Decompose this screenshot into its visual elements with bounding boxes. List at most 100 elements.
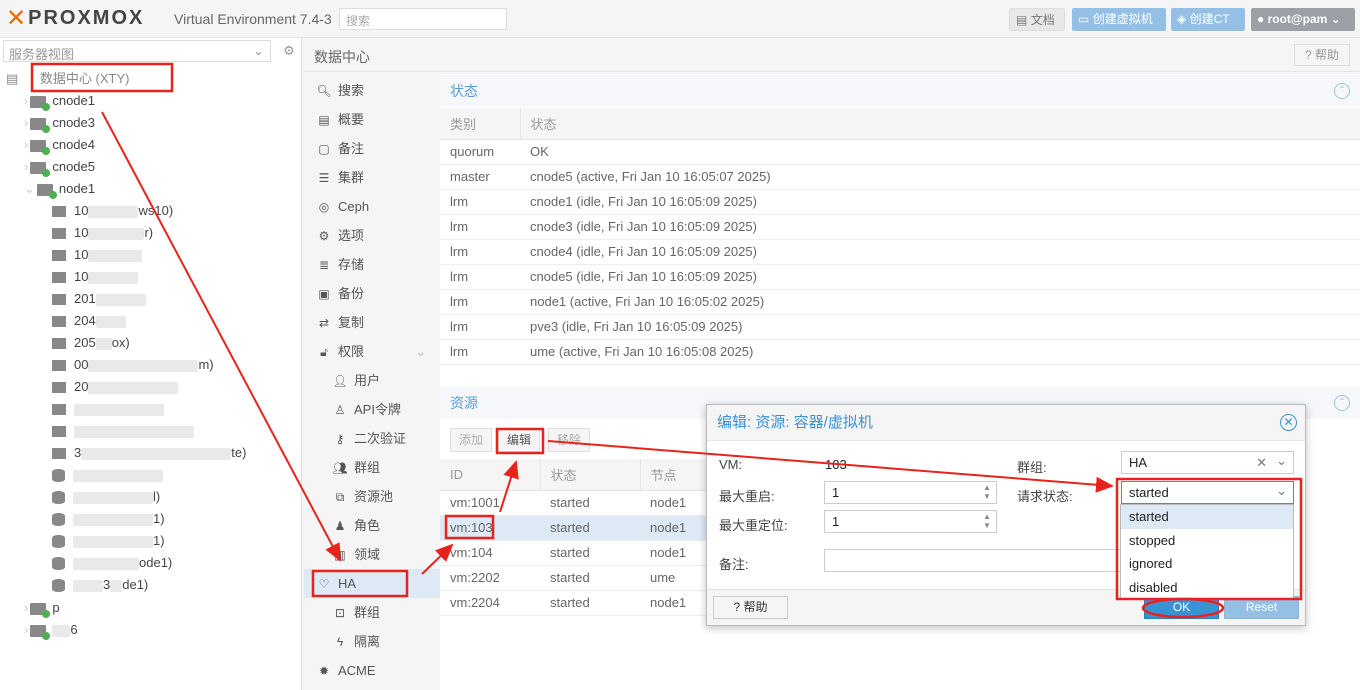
node-online-icon — [30, 117, 51, 133]
tree-storage[interactable] — [52, 464, 163, 486]
column-header[interactable]: 节点 — [640, 459, 710, 491]
tree-datacenter[interactable]: ▤ 数据中心 (XTY) — [6, 68, 296, 90]
tree-guest[interactable]: 10 ws10) — [52, 200, 173, 222]
menu-item-ha[interactable]: ♡ HA — [304, 569, 440, 598]
ok-button[interactable]: OK — [1144, 596, 1219, 619]
table-row[interactable]: lrm node1 (active, Fri Jan 10 16:05:02 20… — [440, 289, 1360, 315]
spinner-icon[interactable]: ▲ ▼ — [981, 483, 993, 501]
table-row[interactable]: lrm pve3 (idle, Fri Jan 10 16:05:09 2025) — [440, 314, 1360, 340]
menu-item-replication[interactable]: ⇄ 复制 — [304, 308, 440, 337]
menu-item-permissions[interactable]: 🔓︎ 权限 ⌄ — [304, 337, 440, 366]
option-disabled[interactable]: disabled — [1121, 576, 1293, 600]
user-menu-button[interactable]: ● root@pam ⌄ — [1251, 8, 1355, 31]
menu-item-pools[interactable]: ⧉ 资源池 — [304, 482, 440, 511]
menu-item-realms[interactable]: ▥ 领域 — [304, 540, 440, 569]
menu-item-acme[interactable]: ✹ ACME — [304, 656, 440, 685]
table-row[interactable]: vm:2204 started node1 — [440, 590, 710, 616]
chevron-down-icon[interactable]: ⌄ — [1276, 453, 1287, 469]
tree-node-cnode4[interactable]: › cnode4 — [24, 134, 95, 156]
column-header[interactable]: 类别 — [440, 108, 521, 140]
column-header[interactable]: ID — [440, 459, 541, 491]
tree-storage[interactable]: 1) — [52, 508, 165, 530]
docs-button[interactable]: ▤ 文档 — [1009, 8, 1065, 31]
table-row[interactable]: lrm cnode1 (idle, Fri Jan 10 16:05:09 202… — [440, 189, 1360, 215]
tree-guest[interactable] — [52, 398, 164, 420]
tree-guest[interactable]: 201 — [52, 288, 146, 310]
option-stopped[interactable]: stopped — [1121, 529, 1293, 553]
tree-guest[interactable] — [52, 420, 194, 442]
group-select[interactable]: HA ✕ ⌄ — [1121, 451, 1294, 474]
tree-guest[interactable]: 10 — [52, 266, 139, 288]
request-state-select[interactable]: started ⌄ — [1121, 481, 1294, 504]
tree-guest[interactable]: 10 — [52, 244, 143, 266]
menu-item-cluster[interactable]: ☰ 集群 — [304, 163, 440, 192]
column-header[interactable]: 状态 — [540, 459, 641, 491]
remove-button[interactable]: 移除 — [548, 428, 591, 452]
menu-item-summary[interactable]: ▤ 概要 — [304, 105, 440, 134]
help-button[interactable]: ? 帮助 — [1294, 44, 1350, 66]
view-selector[interactable]: 服务器视图 ⌄ — [3, 40, 271, 62]
search-input[interactable]: 搜索 — [339, 8, 507, 30]
tree-node-node1[interactable]: ⌄ node1 — [24, 178, 95, 200]
table-row[interactable]: lrm ume (active, Fri Jan 10 16:05:08 2025… — [440, 339, 1360, 365]
tree-guest[interactable]: 00 m) — [52, 354, 214, 376]
max-restart-field[interactable]: 1 ▲ ▼ — [824, 481, 997, 504]
create-ct-button[interactable]: ◈ 创建CT — [1171, 8, 1245, 31]
menu-item-backup[interactable]: ▣ 备份 — [304, 279, 440, 308]
menu-item-groups[interactable]: 👥︎ 群组 — [304, 453, 440, 482]
create-vm-button[interactable]: ▭ 创建虚拟机 — [1072, 8, 1166, 31]
tree-node-cnode1[interactable]: › cnode1 — [24, 90, 95, 112]
table-row[interactable]: lrm cnode3 (idle, Fri Jan 10 16:05:09 202… — [440, 214, 1360, 240]
add-button[interactable]: 添加 — [450, 428, 493, 452]
menu-item-options[interactable]: ⚙ 选项 — [304, 221, 440, 250]
tree-storage[interactable]: l) — [52, 486, 160, 508]
max-relocate-field[interactable]: 1 ▲ ▼ — [824, 510, 997, 533]
tree-node-cnode5[interactable]: › cnode5 — [24, 156, 95, 178]
collapse-icon[interactable]: ⌃ — [1334, 83, 1350, 99]
menu-item-two-factor[interactable]: ⚷ 二次验证 — [304, 424, 440, 453]
table-row[interactable]: master cnode5 (active, Fri Jan 10 16:05:0… — [440, 164, 1360, 190]
tree-node[interactable]: › 6 — [24, 619, 78, 641]
tree-guest[interactable]: 205 ox) — [52, 332, 130, 354]
tree-storage[interactable]: 3 de1) — [52, 574, 148, 596]
option-ignored[interactable]: ignored — [1121, 552, 1293, 576]
tree-guest[interactable]: 10 r) — [52, 222, 153, 244]
table-row[interactable]: lrm cnode5 (idle, Fri Jan 10 16:05:09 202… — [440, 264, 1360, 290]
reset-button[interactable]: Reset — [1224, 596, 1299, 619]
table-row[interactable]: vm:1001 started node1 — [440, 490, 710, 516]
spinner-icon[interactable]: ▲ ▼ — [981, 512, 993, 530]
table-row-selected[interactable]: vm:103 started node1 — [440, 515, 710, 541]
menu-item-ha-groups[interactable]: ⊡ 群组 — [304, 598, 440, 627]
option-started[interactable]: started — [1121, 505, 1293, 529]
column-header[interactable]: 状态 — [520, 108, 1360, 140]
menu-item-roles[interactable]: ♟ 角色 — [304, 511, 440, 540]
gear-icon[interactable]: ⚙ — [278, 40, 300, 62]
collapse-icon[interactable]: ⌃ — [1334, 395, 1350, 411]
menu-item-notes[interactable]: ▢ 备注 — [304, 134, 440, 163]
table-row[interactable]: quorum OK — [440, 139, 1360, 165]
menu-item-storage[interactable]: ≣ 存储 — [304, 250, 440, 279]
tree-guest[interactable]: 204 — [52, 310, 126, 332]
table-row[interactable]: vm:2202 started ume — [440, 565, 710, 591]
comment-field[interactable] — [824, 549, 1124, 572]
close-icon[interactable]: ✕ — [1280, 414, 1297, 431]
edit-button[interactable]: 编辑 — [498, 428, 541, 452]
menu-item-api-tokens[interactable]: ♙ API令牌 — [304, 395, 440, 424]
tree-storage[interactable]: ode1) — [52, 552, 172, 574]
clear-icon[interactable]: ✕ — [1256, 455, 1267, 471]
menu-item-search[interactable]: 🔍︎ 搜索 — [304, 76, 440, 105]
table-row[interactable]: vm:104 started node1 — [440, 540, 710, 566]
dialog-help-button[interactable]: ? 帮助 — [713, 596, 788, 619]
chevron-down-icon[interactable]: ⌄ — [1276, 483, 1287, 499]
tree-node-cnode3[interactable]: › cnode3 — [24, 112, 95, 134]
node-online-icon — [30, 139, 51, 155]
menu-label: 选项 — [338, 228, 365, 243]
menu-item-fencing[interactable]: ϟ 隔离 — [304, 627, 440, 656]
tree-template[interactable]: 3 te) — [52, 442, 246, 464]
tree-node[interactable]: › p — [24, 597, 60, 619]
tree-storage[interactable]: 1) — [52, 530, 165, 552]
table-row[interactable]: lrm cnode4 (idle, Fri Jan 10 16:05:09 202… — [440, 239, 1360, 265]
menu-item-users[interactable]: 👤︎ 用户 — [304, 366, 440, 395]
tree-guest[interactable]: 20 — [52, 376, 179, 398]
menu-item-ceph[interactable]: ◎ Ceph — [304, 192, 440, 221]
